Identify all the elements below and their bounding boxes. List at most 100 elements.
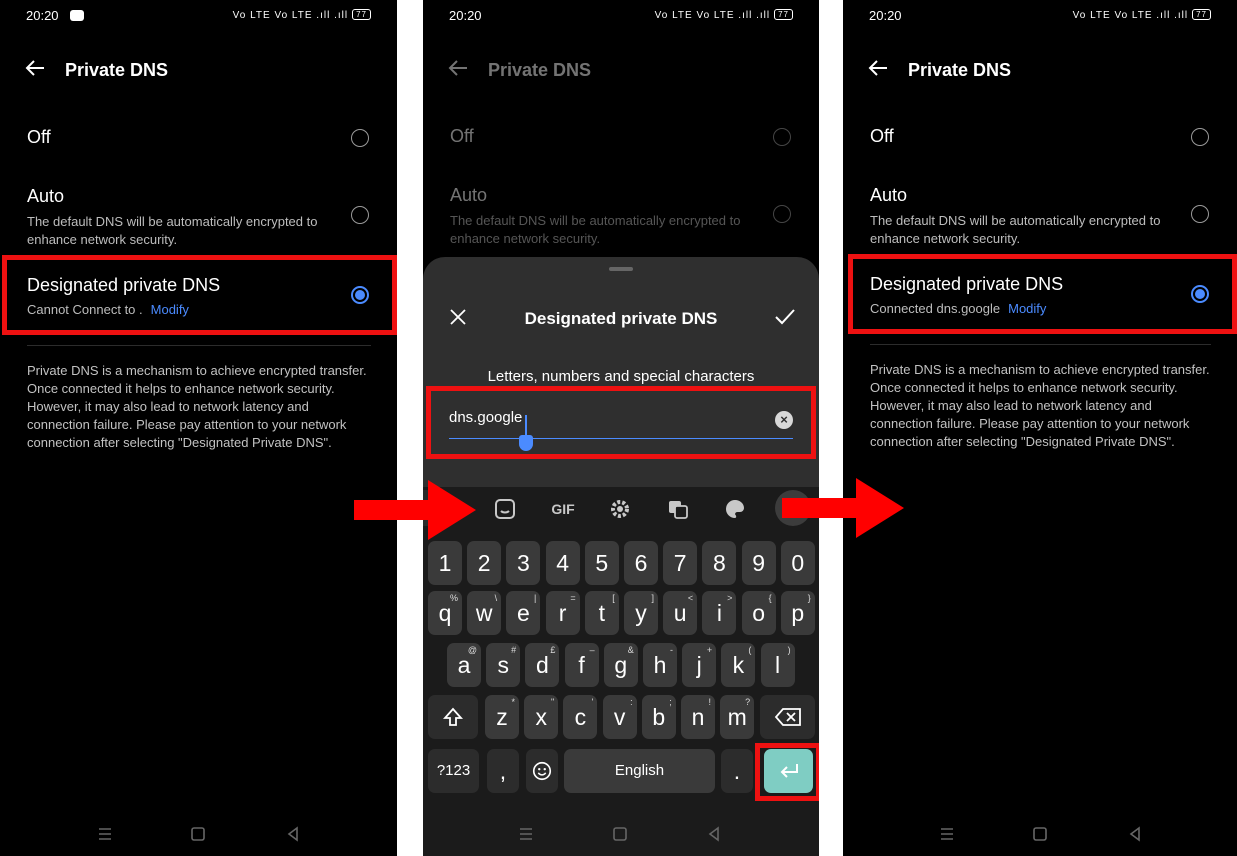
home-icon[interactable] <box>188 824 208 844</box>
right-arrow-icon <box>782 478 904 538</box>
home-icon[interactable] <box>610 824 630 844</box>
key-8[interactable]: 8 <box>702 541 737 585</box>
radio-off[interactable] <box>773 128 791 146</box>
key-alt-label: £ <box>550 645 556 655</box>
key-d[interactable]: d £ <box>525 643 560 687</box>
key-alt-label: " <box>550 697 555 707</box>
option-off[interactable]: Off <box>870 126 1211 147</box>
key-alt-label: % <box>449 593 458 603</box>
key-y[interactable]: y] <box>624 591 658 635</box>
option-auto-description: The default DNS will be automatically en… <box>450 213 741 246</box>
back-arrow-icon[interactable] <box>24 56 48 80</box>
key-a[interactable]: a @ <box>447 643 481 687</box>
space-key[interactable]: English <box>564 749 715 793</box>
key-r[interactable]: r = <box>545 591 580 635</box>
key-u[interactable]: u < <box>663 591 698 635</box>
radio-off[interactable] <box>351 129 369 147</box>
key-alt-label: – <box>589 645 595 655</box>
menu-icon[interactable] <box>95 824 115 844</box>
key-m[interactable]: m? <box>720 695 755 739</box>
nav-bar <box>423 824 819 844</box>
option-off[interactable]: Off <box>450 126 793 147</box>
key-n[interactable]: n! <box>681 695 715 739</box>
palette-icon[interactable] <box>723 497 747 521</box>
key-label: c <box>574 704 587 730</box>
key-1[interactable]: 1 <box>428 541 462 585</box>
radio-auto[interactable] <box>351 206 369 224</box>
shift-key[interactable] <box>428 695 478 739</box>
key-label: 8 <box>712 550 726 576</box>
key-o[interactable]: o{ <box>741 591 776 635</box>
option-auto[interactable]: Auto The default DNS will be automatical… <box>870 185 1211 248</box>
home-icon[interactable] <box>1030 824 1050 844</box>
key-6[interactable]: 6 <box>624 541 658 585</box>
back-arrow-icon[interactable] <box>867 56 891 80</box>
key-k[interactable]: k( <box>721 643 756 687</box>
key-label: e <box>516 600 530 626</box>
key-2[interactable]: 2 <box>467 541 502 585</box>
key-j[interactable]: j + <box>682 643 717 687</box>
menu-icon[interactable] <box>937 824 957 844</box>
key-i[interactable]: i > <box>702 591 737 635</box>
option-auto-label: Auto <box>870 185 908 205</box>
key-label: 6 <box>634 550 648 576</box>
gif-button[interactable]: GIF <box>547 497 579 521</box>
key-e[interactable]: e | <box>506 591 541 635</box>
period-key[interactable]: . <box>721 749 753 793</box>
emoji-key[interactable] <box>526 749 558 793</box>
option-auto[interactable]: Auto The default DNS will be automatical… <box>450 185 793 248</box>
key-0[interactable]: 0 <box>780 541 815 585</box>
key-l[interactable]: l) <box>760 643 795 687</box>
key-g[interactable]: g & <box>603 643 638 687</box>
back-arrow-icon[interactable] <box>447 56 471 80</box>
key-c[interactable]: c ' <box>563 695 598 739</box>
radio-auto[interactable] <box>1191 205 1209 223</box>
page-title: Private DNS <box>488 60 592 80</box>
key-h[interactable]: h- <box>643 643 677 687</box>
key-q[interactable]: q% <box>428 591 462 635</box>
key-label: 2 <box>477 550 491 576</box>
sticker-icon[interactable] <box>493 497 517 521</box>
backspace-key[interactable] <box>760 695 815 739</box>
comma-key[interactable]: , <box>487 749 519 793</box>
check-icon[interactable] <box>773 305 797 329</box>
battery-icon: 77 <box>1192 9 1211 20</box>
key-p[interactable]: p} <box>780 591 815 635</box>
key-v[interactable]: v: <box>602 695 637 739</box>
app-bar: Private DNS <box>843 52 1237 88</box>
key-9[interactable]: 9 <box>741 541 776 585</box>
back-nav-icon[interactable] <box>1125 824 1145 844</box>
drag-handle[interactable] <box>609 267 633 271</box>
key-t[interactable]: t[ <box>584 591 619 635</box>
key-b[interactable]: b; <box>641 695 676 739</box>
battery-icon: 77 <box>774 9 793 20</box>
translate-icon[interactable] <box>666 497 690 521</box>
symbols-key[interactable]: ?123 <box>428 749 479 793</box>
key-5[interactable]: 5 <box>584 541 619 585</box>
nav-bar <box>0 824 397 844</box>
key-w[interactable]: w \ <box>467 591 502 635</box>
back-nav-icon[interactable] <box>283 824 303 844</box>
option-off[interactable]: Off <box>27 127 371 148</box>
key-4[interactable]: 4 <box>545 541 580 585</box>
option-auto-description: The default DNS will be automatically en… <box>27 214 318 247</box>
letter-row-1: q% w \ e | r = t[y] u < i > o{p} <box>427 591 815 635</box>
key-alt-label: : <box>630 697 633 707</box>
key-x[interactable]: x " <box>524 695 559 739</box>
back-nav-icon[interactable] <box>704 824 724 844</box>
key-label: y <box>635 600 647 626</box>
menu-icon[interactable] <box>516 824 536 844</box>
radio-auto[interactable] <box>773 205 791 223</box>
signal-icons: Vo LTE Vo LTE .ıll .ıll 77 <box>655 9 793 21</box>
key-3[interactable]: 3 <box>506 541 541 585</box>
dns-dialog: Designated private DNS Letters, numbers … <box>423 257 819 487</box>
key-label: 5 <box>595 550 609 576</box>
settings-icon[interactable] <box>608 497 632 521</box>
key-7[interactable]: 7 <box>663 541 698 585</box>
option-auto[interactable]: Auto The default DNS will be automatical… <box>27 186 371 249</box>
key-s[interactable]: s # <box>486 643 521 687</box>
key-alt-label: # <box>511 645 517 655</box>
key-f[interactable]: f – <box>564 643 599 687</box>
radio-off[interactable] <box>1191 128 1209 146</box>
key-z[interactable]: z * <box>485 695 519 739</box>
